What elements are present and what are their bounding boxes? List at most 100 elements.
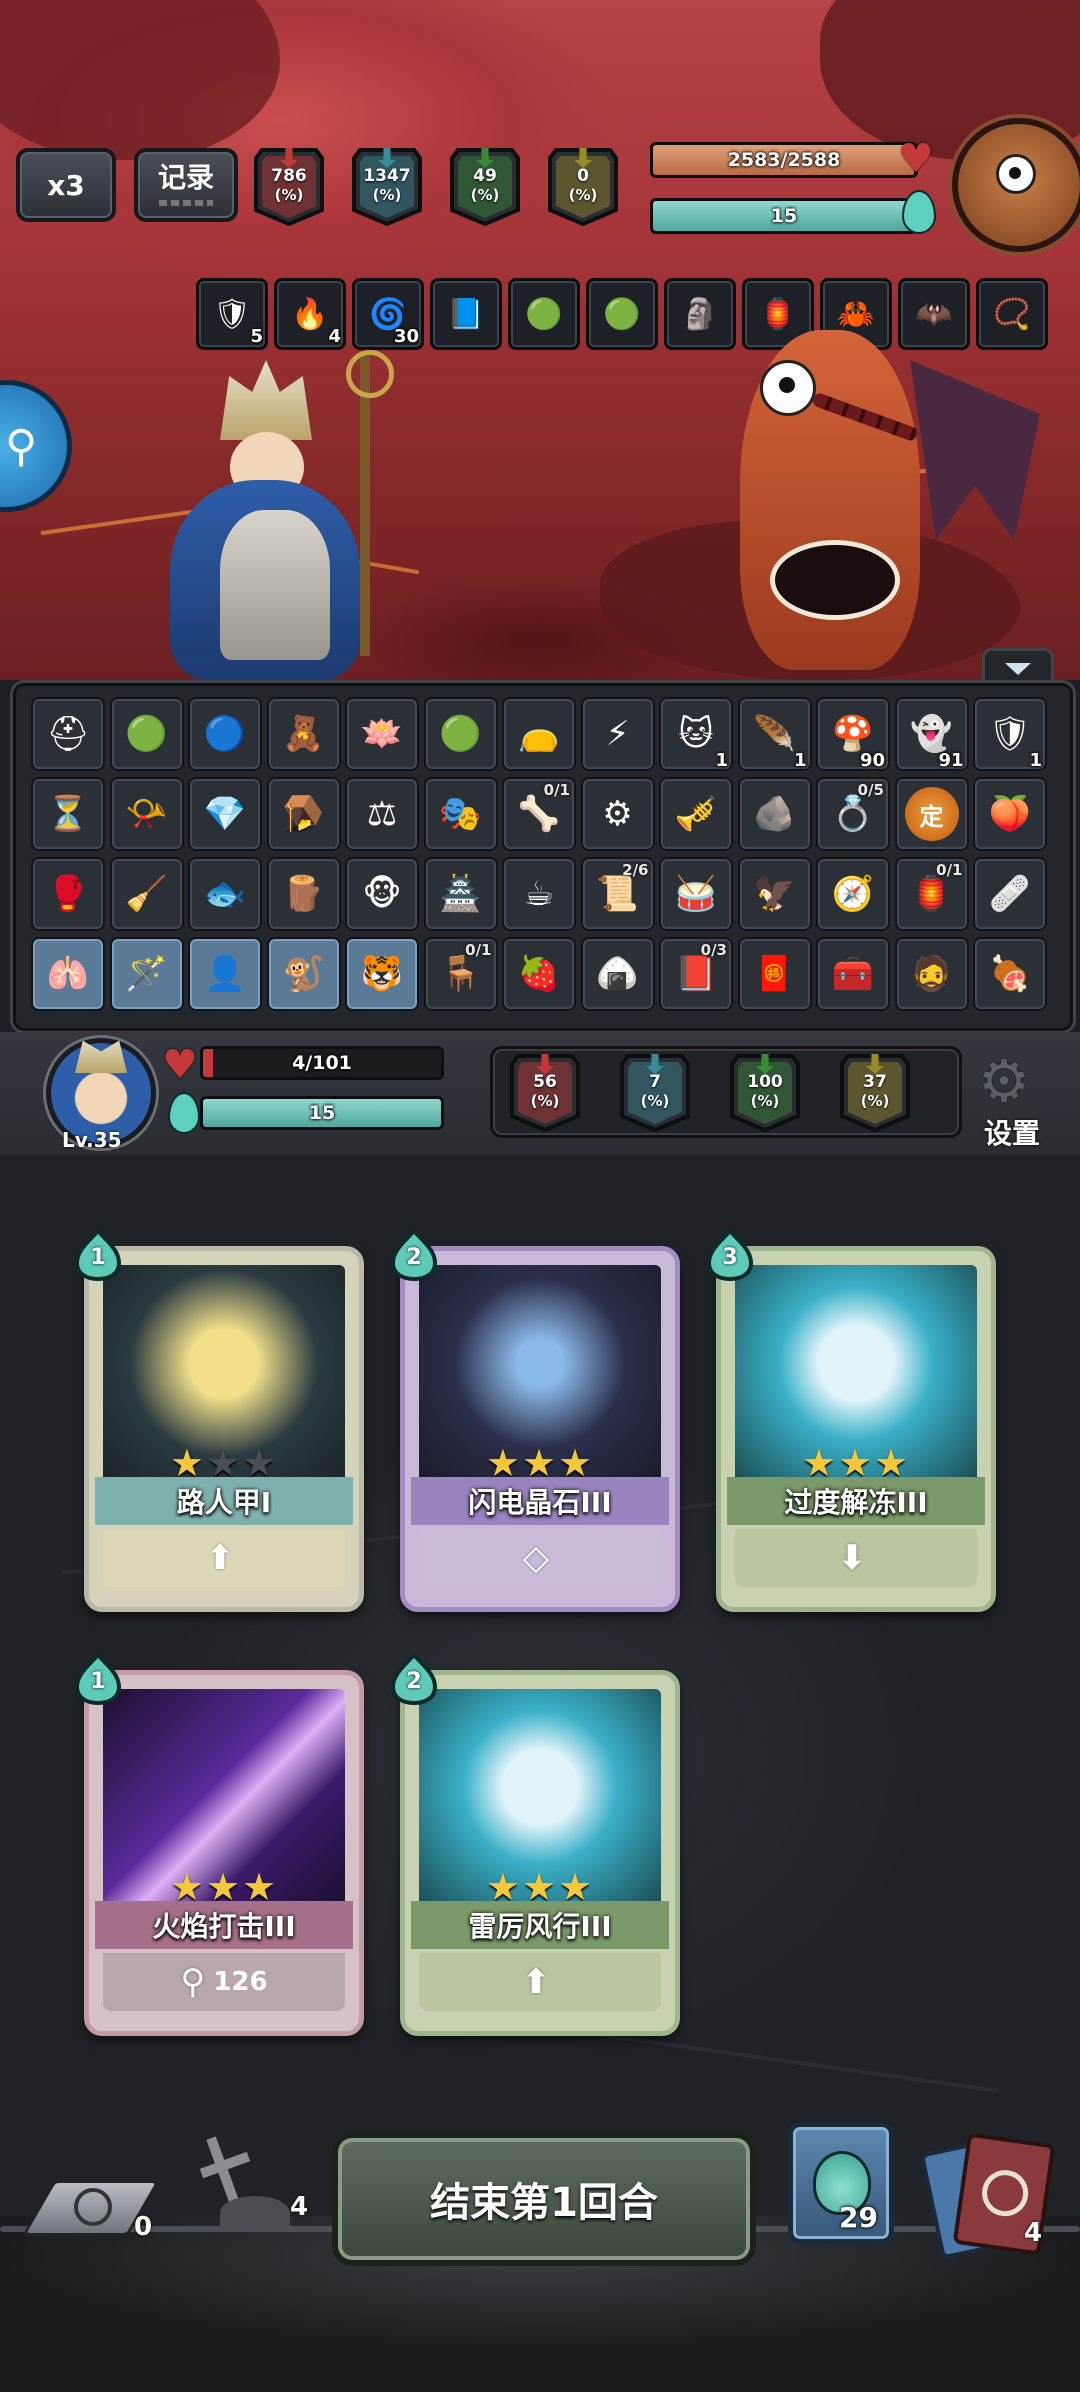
- hand-card[interactable]: ★★★ 火焰打击III ⚲ 126 1: [74, 1652, 364, 2036]
- lungs-icon: 🫁: [46, 954, 90, 994]
- relic-slot[interactable]: 💎: [188, 777, 262, 851]
- hand-card[interactable]: ★★★ 闪电晶石III ◇ 2: [390, 1228, 680, 1612]
- stat-value: 100: [747, 1072, 783, 1092]
- relic-slot[interactable]: 🪶 1: [737, 697, 812, 771]
- relic-slot[interactable]: 🐱 1: [659, 697, 733, 771]
- relic-slot[interactable]: 🟢: [423, 697, 498, 771]
- relic-slot[interactable]: 🧧: [737, 937, 812, 1011]
- relic-slot[interactable]: 🪤: [266, 777, 341, 851]
- relic-slot[interactable]: 🧹: [109, 857, 184, 931]
- relic-slot[interactable]: ⏳: [31, 777, 105, 851]
- end-turn-button[interactable]: 结束第1回合: [332, 2132, 756, 2266]
- relic-slot[interactable]: 📯: [109, 777, 184, 851]
- enemy-energy-text: 15: [770, 205, 798, 227]
- relic-count: 1: [1029, 750, 1042, 771]
- relic-slot[interactable]: 🍄 90: [816, 697, 890, 771]
- feather-icon: 🪶: [753, 714, 796, 754]
- inspect-button[interactable]: ⚲: [0, 380, 72, 512]
- enemy-buff[interactable]: 🌀 30: [352, 278, 424, 350]
- relic-slot[interactable]: 🐒: [266, 937, 341, 1011]
- relic-slot[interactable]: ⛑: [31, 697, 105, 771]
- buff-count: 4: [328, 326, 341, 347]
- relic-slot[interactable]: 🦴 0/1: [502, 777, 576, 851]
- seal-icon: 定: [904, 787, 959, 841]
- settings-button[interactable]: ⚙: [978, 1052, 1038, 1112]
- enemy-buff[interactable]: 🛡 5: [196, 278, 268, 350]
- record-button[interactable]: 记录: [134, 148, 238, 222]
- relic-slot[interactable]: 📜 2/6: [580, 857, 655, 931]
- tiger-icon: 🐯: [360, 954, 404, 994]
- draw-pile-button[interactable]: 29: [788, 2122, 894, 2244]
- relic-slot[interactable]: 🪑 0/1: [423, 937, 498, 1011]
- relic-slot[interactable]: 🐟: [188, 857, 262, 931]
- blue-orb-icon: 🔵: [203, 714, 247, 754]
- enemy-buff[interactable]: 🔥 4: [274, 278, 346, 350]
- grave-mound-icon: [220, 2196, 290, 2230]
- energy-flame-icon: [902, 190, 936, 234]
- enemy-monster: [700, 300, 1040, 680]
- deck-button[interactable]: 4: [919, 2132, 1060, 2260]
- hand-card[interactable]: ★★★ 过度解冻III ⬇ 3: [706, 1228, 996, 1612]
- relic-slot[interactable]: 🪷: [345, 697, 419, 771]
- relic-slot[interactable]: ⚡: [580, 697, 655, 771]
- exhaust-pile-button[interactable]: 4: [190, 2136, 310, 2236]
- card-cost-value: 2: [406, 1245, 422, 1270]
- relic-slot[interactable]: ⚖: [345, 777, 419, 851]
- relic-slot[interactable]: 🟢: [109, 697, 184, 771]
- relic-slot[interactable]: 🐯: [345, 937, 419, 1011]
- enemy-buff[interactable]: 🟢: [508, 278, 580, 350]
- relic-slot[interactable]: 🧭: [816, 857, 890, 931]
- relic-slot[interactable]: 👝: [502, 697, 576, 771]
- relic-slot[interactable]: 🧸: [266, 697, 341, 771]
- discard-pile-button[interactable]: 0: [21, 2170, 161, 2242]
- relic-slot[interactable]: 📕 0/3: [659, 937, 733, 1011]
- relic-slot[interactable]: 🍑: [973, 777, 1047, 851]
- relic-slot[interactable]: 🍖: [973, 937, 1047, 1011]
- relic-slot[interactable]: 🩹: [973, 857, 1047, 931]
- relic-slot[interactable]: 🥊: [31, 857, 105, 931]
- stat-unit: (%): [372, 186, 402, 204]
- relic-slot[interactable]: 🎭: [423, 777, 498, 851]
- relic-slot[interactable]: 定: [894, 777, 969, 851]
- relic-progress: 0/3: [700, 941, 727, 959]
- relic-progress: 0/1: [543, 781, 570, 799]
- relic-slot[interactable]: ⚙: [580, 777, 655, 851]
- enemy-buff[interactable]: 📘: [430, 278, 502, 350]
- chevron-down-icon: [1005, 663, 1031, 675]
- speed-button[interactable]: x3: [16, 148, 116, 222]
- relic-slot[interactable]: 🧰: [816, 937, 890, 1011]
- relic-slot[interactable]: 🍓: [502, 937, 576, 1011]
- relic-slot[interactable]: 🦅: [737, 857, 812, 931]
- relic-slot[interactable]: 🔵: [188, 697, 262, 771]
- relic-slot[interactable]: 🍙: [580, 937, 655, 1011]
- relic-slot[interactable]: 🫁: [31, 937, 105, 1011]
- relic-slot[interactable]: 🏮 0/1: [894, 857, 969, 931]
- cave-rock: [0, 0, 280, 160]
- relic-slot[interactable]: 👻 91: [894, 697, 969, 771]
- stat-unit: (%): [470, 186, 500, 204]
- relic-slot[interactable]: 🛡 1: [973, 697, 1047, 771]
- log-icon: 🪵: [282, 874, 325, 914]
- settings-label: 设置: [984, 1117, 1041, 1150]
- heart-icon: ♥: [162, 1042, 198, 1088]
- relic-slot[interactable]: 🪨: [737, 777, 812, 851]
- cat-icon: 🐱: [678, 714, 714, 754]
- relic-slot[interactable]: 🎺: [659, 777, 733, 851]
- hand-card[interactable]: ★★★ 雷厉风行III ⬆ 2: [390, 1652, 680, 2036]
- relic-slot[interactable]: 🏯: [423, 857, 498, 931]
- relic-slot[interactable]: 👤: [188, 937, 262, 1011]
- ice-crystal-icon: 💎: [203, 794, 247, 834]
- relic-slot[interactable]: 🪵: [266, 857, 341, 931]
- enemy-portrait[interactable]: [952, 118, 1080, 252]
- panel-toggle-button[interactable]: [982, 648, 1054, 680]
- relic-slot[interactable]: 🪄: [109, 937, 184, 1011]
- relic-slot[interactable]: 🥁: [659, 857, 733, 931]
- card-cost-value: 2: [406, 1669, 422, 1694]
- hand-card[interactable]: ★★★ 路人甲I ⬆ 1: [74, 1228, 364, 1612]
- relic-slot[interactable]: ☕: [502, 857, 576, 931]
- hero-robe: [220, 510, 330, 660]
- relic-slot[interactable]: 💍 0/5: [816, 777, 890, 851]
- relic-slot[interactable]: 🧔: [894, 937, 969, 1011]
- enemy-buff[interactable]: 🟢: [586, 278, 658, 350]
- relic-slot[interactable]: 🐵: [345, 857, 419, 931]
